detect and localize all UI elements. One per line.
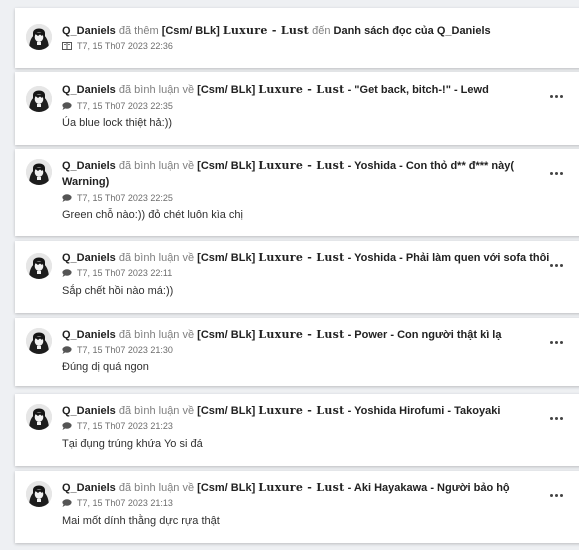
chapter-title: - Yoshida - Con thỏ d** đ*** này(	[347, 160, 515, 172]
action-text: đã bình luận về	[118, 252, 195, 264]
activity-card: Q_Daniels đã thêm [Csm/ BLk] Luxure - Lu…	[15, 8, 579, 68]
timestamp: T7, 15 Th07 2023 21:23	[77, 421, 173, 431]
username-link[interactable]: Q_Daniels	[62, 160, 116, 172]
chapter-title: - Aki Hayakawa - Người bảo hộ	[347, 482, 510, 494]
more-options-icon[interactable]	[550, 338, 564, 348]
avatar[interactable]	[26, 481, 52, 507]
story-link[interactable]: [Csm/ BLk] Luxure - Lust - Yoshida Hirof…	[197, 404, 501, 417]
chapter-title: - Power - Con người thật kì lạ	[347, 329, 502, 341]
username-link[interactable]: Q_Daniels	[62, 329, 116, 341]
activity-line: Q_Daniels đã bình luận về [Csm/ BLk] Lux…	[62, 480, 552, 496]
story-title: Luxure - Lust	[258, 328, 345, 341]
story-title: Luxure - Lust	[258, 159, 345, 172]
activity-feed: Q_Daniels đã thêm [Csm/ BLk] Luxure - Lu…	[0, 0, 579, 550]
timestamp: T7, 15 Th07 2023 22:35	[77, 101, 173, 111]
action-text: đã bình luận về	[118, 482, 195, 494]
comment-text: Đúng dị quá ngon	[62, 361, 149, 373]
reading-list-link[interactable]: Danh sách đọc của Q_Daniels	[334, 25, 491, 37]
comment-icon	[62, 422, 72, 430]
timestamp-row: T7, 15 Th07 2023 22:11	[62, 267, 172, 279]
chapter-title: - Yoshida Hirofumi - Takoyaki	[347, 405, 501, 417]
comment-icon	[62, 499, 72, 507]
activity-line: Q_Daniels đã thêm [Csm/ BLk] Luxure - Lu…	[62, 23, 552, 39]
action-text: đã bình luận về	[118, 405, 195, 417]
comment-icon	[62, 194, 72, 202]
more-options-icon[interactable]	[550, 261, 564, 271]
more-options-icon[interactable]	[550, 92, 564, 102]
comment-text: Sắp chết hồi nào má:))	[62, 285, 174, 297]
story-link[interactable]: [Csm/ BLk] Luxure - Lust - Power - Con n…	[197, 328, 502, 341]
timestamp-row: T7, 15 Th07 2023 22:25	[62, 192, 173, 204]
comment-icon	[62, 102, 72, 110]
timestamp-row: T7, 15 Th07 2023 22:36	[62, 40, 173, 52]
activity-line: Q_Daniels đã bình luận về [Csm/ BLk] Lux…	[62, 158, 552, 174]
activity-line: Q_Daniels đã bình luận về [Csm/ BLk] Lux…	[62, 82, 552, 98]
story-link[interactable]: [Csm/ BLk] Luxure - Lust	[161, 24, 310, 37]
story-title: Luxure - Lust	[258, 404, 345, 417]
more-options-icon[interactable]	[550, 414, 564, 424]
username-link[interactable]: Q_Daniels	[62, 25, 116, 37]
chapter-title: - Yoshida - Phải làm quen với sofa thôi	[347, 252, 550, 264]
action-text: đã thêm	[118, 25, 159, 37]
timestamp: T7, 15 Th07 2023 22:36	[77, 41, 173, 51]
story-title: Luxure - Lust	[258, 83, 345, 96]
username-link[interactable]: Q_Daniels	[62, 84, 116, 96]
username-link[interactable]: Q_Daniels	[62, 252, 116, 264]
comment-text: Green chỗ nào:)) đỏ chét luôn kìa chị	[62, 209, 243, 221]
avatar[interactable]	[26, 253, 52, 279]
comment-text: Mai mốt dính thằng dực rựa thật	[62, 515, 220, 527]
comment-icon	[62, 269, 72, 277]
chapter-title-wrap: Warning)	[62, 176, 110, 188]
activity-line: Q_Daniels đã bình luận về [Csm/ BLk] Lux…	[62, 327, 552, 343]
story-tag: [Csm/ BLk]	[197, 252, 256, 264]
activity-card: Q_Daniels đã bình luận về [Csm/ BLk] Lux…	[15, 471, 579, 543]
timestamp-row: T7, 15 Th07 2023 21:23	[62, 420, 173, 432]
more-options-icon[interactable]	[550, 491, 564, 501]
comment-text: Tại đụng trúng khứa Yo si đá	[62, 438, 203, 450]
activity-line: Q_Daniels đã bình luận về [Csm/ BLk] Lux…	[62, 250, 552, 266]
story-title: Luxure - Lust	[258, 251, 345, 264]
comment-icon	[62, 346, 72, 354]
username-link[interactable]: Q_Daniels	[62, 405, 116, 417]
timestamp: T7, 15 Th07 2023 21:13	[77, 498, 173, 508]
action-text: đã bình luận về	[118, 329, 195, 341]
story-tag: [Csm/ BLk]	[197, 482, 256, 494]
timestamp-row: T7, 15 Th07 2023 21:30	[62, 344, 173, 356]
story-tag: [Csm/ BLk]	[197, 84, 256, 96]
action-text: đã bình luận về	[118, 160, 195, 172]
avatar[interactable]	[26, 159, 52, 185]
story-tag: [Csm/ BLk]	[197, 160, 256, 172]
timestamp: T7, 15 Th07 2023 22:11	[77, 268, 173, 278]
story-link[interactable]: [Csm/ BLk] Luxure - Lust - Yoshida - Phả…	[197, 251, 550, 264]
story-title: Luxure - Lust	[222, 24, 310, 37]
activity-card: Q_Daniels đã bình luận về [Csm/ BLk] Lux…	[15, 149, 579, 236]
timestamp: T7, 15 Th07 2023 22:25	[77, 193, 173, 203]
story-link[interactable]: [Csm/ BLk] Luxure - Lust - "Get back, bi…	[197, 83, 489, 96]
timestamp-row: T7, 15 Th07 2023 21:13	[62, 497, 173, 509]
story-tag: [Csm/ BLk]	[161, 25, 220, 37]
story-tag: [Csm/ BLk]	[197, 329, 256, 341]
avatar[interactable]	[26, 86, 52, 112]
username-link[interactable]: Q_Daniels	[62, 482, 116, 494]
action-text: đã bình luận về	[118, 84, 195, 96]
avatar[interactable]	[26, 24, 52, 50]
activity-card: Q_Daniels đã bình luận về [Csm/ BLk] Lux…	[15, 394, 579, 466]
more-options-icon[interactable]	[550, 169, 564, 179]
activity-card: Q_Daniels đã bình luận về [Csm/ BLk] Lux…	[15, 72, 579, 145]
chapter-title: - "Get back, bitch-!" - Lewd	[347, 84, 489, 96]
activity-card: Q_Daniels đã bình luận về [Csm/ BLk] Lux…	[15, 318, 579, 386]
action-text: đến	[312, 25, 331, 37]
activity-line: Q_Daniels đã bình luận về [Csm/ BLk] Lux…	[62, 403, 552, 419]
book-icon	[62, 42, 72, 50]
activity-card: Q_Daniels đã bình luận về [Csm/ BLk] Lux…	[15, 241, 579, 313]
story-link[interactable]: [Csm/ BLk] Luxure - Lust - Aki Hayakawa …	[197, 481, 510, 494]
avatar[interactable]	[26, 328, 52, 354]
story-tag: [Csm/ BLk]	[197, 405, 256, 417]
comment-text: Úa blue lock thiệt hả:))	[62, 117, 173, 129]
timestamp: T7, 15 Th07 2023 21:30	[77, 345, 173, 355]
timestamp-row: T7, 15 Th07 2023 22:35	[62, 100, 173, 112]
avatar[interactable]	[26, 404, 52, 430]
story-title: Luxure - Lust	[258, 481, 345, 494]
story-link[interactable]: [Csm/ BLk] Luxure - Lust - Yoshida - Con…	[197, 159, 515, 172]
